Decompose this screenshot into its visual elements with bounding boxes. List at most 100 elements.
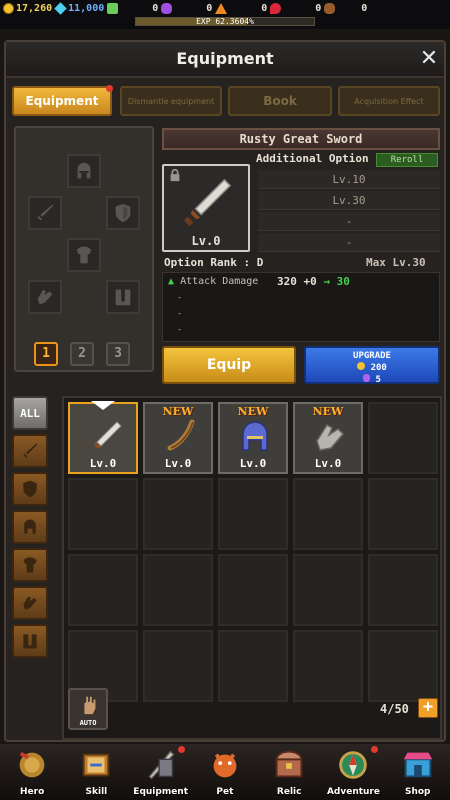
nav-relic[interactable]: Relic [257, 744, 321, 800]
glove-slot[interactable] [28, 280, 62, 314]
close-icon: ✕ [419, 46, 439, 71]
red-gem-counter: 0 [267, 0, 321, 18]
item-name: Rusty Great Sword [162, 128, 440, 150]
compass-icon [339, 751, 368, 779]
nav-hero[interactable]: Hero [0, 744, 64, 800]
stat-base: 320 [277, 275, 297, 288]
tab-dismantle[interactable]: Dismantle equipment [120, 86, 222, 116]
stat-empty-line: - [177, 325, 183, 335]
empty-slot[interactable] [293, 478, 363, 550]
empty-slot[interactable] [218, 630, 288, 702]
shield-slot[interactable] [106, 196, 140, 230]
pet-icon [213, 753, 237, 778]
set-1-button[interactable]: 1 [34, 342, 58, 366]
nav-equipment[interactable]: Equipment [129, 744, 193, 800]
additional-option-label: Additional Option [256, 152, 369, 165]
nav-adventure[interactable]: Adventure [321, 744, 385, 800]
nav-pet[interactable]: Pet [193, 744, 257, 800]
nav-label: Skill [85, 787, 108, 797]
inventory-grid: Lv.0 NEW Lv.0 NEW Lv.0 NEW Lv.0 [62, 396, 442, 740]
diamond-counter: 11,000 [52, 0, 104, 18]
stat-name-text: Attack Damage [180, 276, 259, 287]
category-shield[interactable] [12, 472, 48, 506]
upgrade-gem-cost: 5 [306, 374, 438, 386]
empty-slot[interactable] [293, 554, 363, 626]
helmet-icon [242, 421, 268, 451]
sword-icon [23, 443, 38, 458]
bottom-nav: Hero Skill Equipment Pet Relic Adventure Shop [0, 744, 450, 800]
tab-label: Acquisition Effect [354, 96, 424, 106]
armor-slot[interactable] [67, 238, 101, 272]
stat-empty-line: - [177, 293, 183, 303]
empty-slot[interactable] [293, 630, 363, 702]
stat-name: ▲ Attack Damage [168, 276, 258, 287]
new-badge: NEW [312, 405, 344, 418]
gold-coin-icon [357, 362, 366, 370]
option-row: - [258, 212, 440, 231]
sword-icon [94, 421, 122, 449]
set-2-button[interactable]: 2 [70, 342, 94, 366]
category-armor[interactable] [12, 548, 48, 582]
empty-slot[interactable] [218, 554, 288, 626]
auto-equip-button[interactable]: AUTO [68, 688, 108, 730]
empty-slot[interactable] [218, 478, 288, 550]
gold-coin-icon [3, 3, 14, 14]
inventory-item[interactable]: NEW Lv.0 [218, 402, 288, 474]
tab-book[interactable]: Book [228, 86, 332, 116]
add-slot-button[interactable]: + [418, 698, 438, 718]
helmet-icon [24, 519, 36, 534]
purple-gem-icon [161, 3, 173, 14]
category-helmet[interactable] [12, 510, 48, 544]
set-3-button[interactable]: 3 [106, 342, 130, 366]
item-level: Lv.0 [164, 457, 192, 470]
category-glove[interactable] [12, 586, 48, 620]
empty-slot[interactable] [368, 402, 438, 474]
upgrade-gold-cost: 200 [306, 362, 438, 374]
category-all[interactable]: ALL [12, 396, 48, 430]
empty-slot[interactable] [68, 554, 138, 626]
new-badge: NEW [237, 405, 269, 418]
empty-slot[interactable] [68, 478, 138, 550]
upgrade-button[interactable]: UPGRADE 200 5 [304, 346, 440, 386]
close-button[interactable]: ✕ [418, 48, 440, 70]
equip-button[interactable]: Equip [162, 346, 296, 384]
equipped-slots: 1 2 3 [14, 126, 154, 372]
option-row: Lv.10 [258, 170, 440, 189]
empty-slot[interactable] [368, 630, 438, 702]
gold-value: 17,260 [16, 3, 53, 14]
inventory-item[interactable]: NEW Lv.0 [143, 402, 213, 474]
inventory-item[interactable]: Lv.0 [68, 401, 138, 474]
category-boots[interactable] [12, 624, 48, 658]
boots-slot[interactable] [106, 280, 140, 314]
purple-gem-icon [363, 374, 371, 382]
orange-gem-value: 0 [261, 3, 268, 14]
empty-slot[interactable] [368, 554, 438, 626]
inventory-item[interactable]: NEW Lv.0 [293, 402, 363, 474]
helmet-slot[interactable] [67, 154, 101, 188]
weapon-slot[interactable] [28, 196, 62, 230]
bow-icon [167, 419, 195, 451]
stat-bonus: +0 [303, 275, 317, 288]
empty-slot[interactable] [143, 554, 213, 626]
orange-gem-counter: 0 [212, 0, 267, 18]
nav-shop[interactable]: Shop [386, 744, 450, 800]
upgrade-gold-value: 200 [370, 363, 387, 373]
stats-box: ▲ Attack Damage 320 +0 → 30 - - - [162, 272, 440, 342]
item-level: Lv.0 [239, 457, 267, 470]
empty-slot[interactable] [143, 478, 213, 550]
empty-slot[interactable] [143, 630, 213, 702]
shield-icon [115, 203, 131, 223]
empty-slot[interactable] [368, 478, 438, 550]
category-weapon[interactable] [12, 434, 48, 468]
tab-acquisition-effect[interactable]: Acquisition Effect [338, 86, 440, 116]
stat-next: 30 [336, 275, 350, 288]
stone-value: 0 [361, 3, 368, 14]
hero-icon [19, 751, 45, 778]
tab-equipment[interactable]: Equipment [12, 85, 113, 116]
tab-label: Dismantle equipment [127, 96, 215, 106]
item-level: Lv.0 [314, 457, 342, 470]
relic-chest-icon [275, 750, 303, 778]
nav-skill[interactable]: Skill [64, 744, 128, 800]
stat-values: 320 +0 → 30 [277, 275, 350, 288]
reroll-button[interactable]: Reroll [376, 153, 438, 167]
